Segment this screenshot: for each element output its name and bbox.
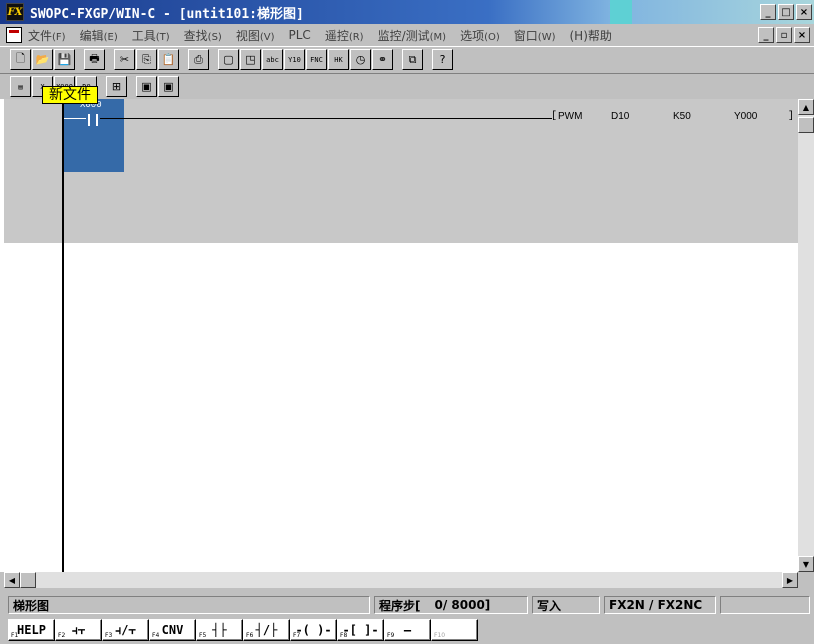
scroll-right-icon[interactable]: ▶ (782, 572, 798, 588)
minimize-button[interactable]: _ (760, 4, 776, 20)
f1-help-button[interactable]: F1 HELP (8, 619, 55, 641)
instruction-name[interactable]: PWM (558, 111, 582, 122)
scroll-up-icon[interactable]: ▲ (798, 99, 814, 115)
f4-convert-button[interactable]: F4 CNV (149, 619, 196, 641)
monitor-2-button[interactable]: ▣ (158, 76, 179, 97)
paste-icon: 📋 (161, 53, 176, 66)
save-button[interactable]: 💾 (54, 49, 75, 70)
mdi-close-button[interactable]: × (794, 27, 810, 43)
operand-3[interactable]: Y000 (734, 111, 757, 122)
title-bar: FX SWOPC-FXGP/WIN-C - [untit101:梯形图] _ □… (0, 0, 814, 24)
page-1-button[interactable]: ▢ (218, 49, 239, 70)
contact-right-bar (96, 114, 98, 126)
timer-icon: ◷ (355, 53, 366, 66)
menu-remote[interactable]: 遥控(R) (325, 27, 364, 44)
menu-view[interactable]: 视图(V) (236, 27, 275, 44)
document-system-icon[interactable] (6, 27, 22, 43)
print-button[interactable]: 🖶 (84, 49, 105, 70)
f7-coil-button[interactable]: F7 -( )- (290, 619, 337, 641)
window-title: SWOPC-FXGP/WIN-C - [untit101:梯形图] (30, 6, 304, 22)
cut-button[interactable]: ✂ (114, 49, 135, 70)
menu-edit[interactable]: 编辑(E) (80, 27, 118, 44)
printer-setup-icon: ⎙ (194, 52, 203, 66)
menu-tools[interactable]: 工具(T) (132, 27, 170, 44)
window-switch-button[interactable]: ⧉ (402, 49, 423, 70)
new-file-icon: 🗋 (16, 52, 25, 65)
rung-wire (100, 118, 552, 119)
status-mode: 梯形图 (8, 596, 370, 614)
page-arrow-icon: ◳ (245, 53, 256, 66)
left-power-rail (62, 99, 64, 572)
f8-instruction-button[interactable]: F8 -[ ]- (337, 619, 384, 641)
main-toolbar: 🗋 📂 💾 🖶 ✂ ⎘ 📋 ⎙ ▢ ◳ abc Y10 FNC HK ◷ ⚭ ⧉… (0, 46, 814, 72)
f9-line-button[interactable]: F9— (384, 619, 431, 641)
f6-parallel-nc-button[interactable]: F6 ┤/├ (243, 619, 290, 641)
scroll-down-icon[interactable]: ▼ (798, 556, 814, 572)
horizontal-scrollbar[interactable]: ◀ ▶ (4, 572, 798, 588)
tooltip: 新文件 (42, 86, 98, 104)
menu-window[interactable]: 窗口(W) (514, 27, 556, 44)
ladder-editor[interactable]: X000 [ PWM D10 K50 Y000 ] (0, 99, 798, 572)
instruction-open-bracket: [ (551, 111, 558, 122)
timer-button[interactable]: ◷ (350, 49, 371, 70)
operand-1[interactable]: D10 (611, 111, 629, 122)
copy-button[interactable]: ⎘ (136, 49, 157, 70)
wire-in (64, 118, 86, 119)
print-setup-button[interactable]: ⎙ (188, 49, 209, 70)
f10-button[interactable]: F10 (431, 619, 478, 641)
scissors-icon: ✂ (119, 53, 130, 66)
app-logo-icon: FX (6, 3, 24, 21)
scroll-left-icon[interactable]: ◀ (4, 572, 20, 588)
mdi-restore-button[interactable]: ▫ (776, 27, 792, 43)
copy-icon: ⎘ (142, 52, 151, 66)
horizontal-scroll-thumb[interactable] (20, 572, 36, 588)
menu-options[interactable]: 选项(O) (460, 27, 500, 44)
menu-help[interactable]: (H)帮助 (570, 27, 612, 44)
menu-monitor-test[interactable]: 监控/测试(M) (378, 27, 446, 44)
maximize-button[interactable]: □ (778, 4, 794, 20)
new-file-button[interactable]: 🗋 (10, 49, 31, 70)
grid-button[interactable]: ⊞ (106, 76, 127, 97)
fnc-button[interactable]: FNC (306, 49, 327, 70)
page-icon: ▢ (223, 53, 234, 66)
menu-search[interactable]: 查找(S) (184, 27, 222, 44)
find-button[interactable]: ⚭ (372, 49, 393, 70)
hk-button[interactable]: HK (328, 49, 349, 70)
ladder-view-button[interactable]: ▤ (10, 76, 31, 97)
status-program-steps: 程序步[0/ 8000] (374, 596, 528, 614)
no-contact[interactable] (86, 114, 100, 126)
page-2-button[interactable]: ◳ (240, 49, 261, 70)
save-icon: 💾 (57, 53, 72, 66)
monitor-1-button[interactable]: ▣ (136, 76, 157, 97)
menu-file[interactable]: 文件(F) (28, 27, 66, 44)
abc-button[interactable]: abc (262, 49, 283, 70)
title-accent (610, 0, 632, 24)
status-write-mode: 写入 (532, 596, 600, 614)
binoculars-icon: ⚭ (377, 53, 388, 66)
instruction-close-bracket: ] (788, 111, 795, 122)
ladder-toolbar: ▤ X X000 D0 ⊞ ▣ ▣ (0, 73, 814, 99)
close-button[interactable]: × (796, 4, 812, 20)
operand-2[interactable]: K50 (673, 111, 691, 122)
f5-parallel-no-button[interactable]: F5 ┤├ (196, 619, 243, 641)
function-key-bar: F1 HELP F2 ⫞⫟ F3 ⫞/⫟ F4 CNV F5 ┤├ F6 ┤/├ F7 -( … (8, 619, 478, 641)
contact-left-bar (88, 114, 90, 126)
open-button[interactable]: 📂 (32, 49, 53, 70)
mdi-minimize-button[interactable]: _ (758, 27, 774, 43)
f3-contact-nc-button[interactable]: F3 ⫞/⫟ (102, 619, 149, 641)
open-folder-icon: 📂 (35, 53, 50, 66)
status-extra (720, 596, 810, 614)
status-bar: 梯形图 程序步[0/ 8000] 写入 FX2N / FX2NC (0, 594, 814, 616)
y10-button[interactable]: Y10 (284, 49, 305, 70)
window-switch-icon: ⧉ (408, 52, 417, 66)
paste-button[interactable]: 📋 (158, 49, 179, 70)
vertical-scrollbar[interactable]: ▲ ▼ (798, 99, 814, 572)
status-plc-type: FX2N / FX2NC (604, 596, 716, 614)
printer-icon: 🖶 (89, 52, 100, 65)
help-button[interactable]: ? (432, 49, 453, 70)
menu-plc[interactable]: PLC (289, 28, 311, 42)
menu-bar: 文件(F) 编辑(E) 工具(T) 查找(S) 视图(V) PLC 遥控(R) … (0, 24, 814, 46)
f2-contact-no-button[interactable]: F2 ⫞⫟ (55, 619, 102, 641)
vertical-scroll-thumb[interactable] (798, 117, 814, 133)
